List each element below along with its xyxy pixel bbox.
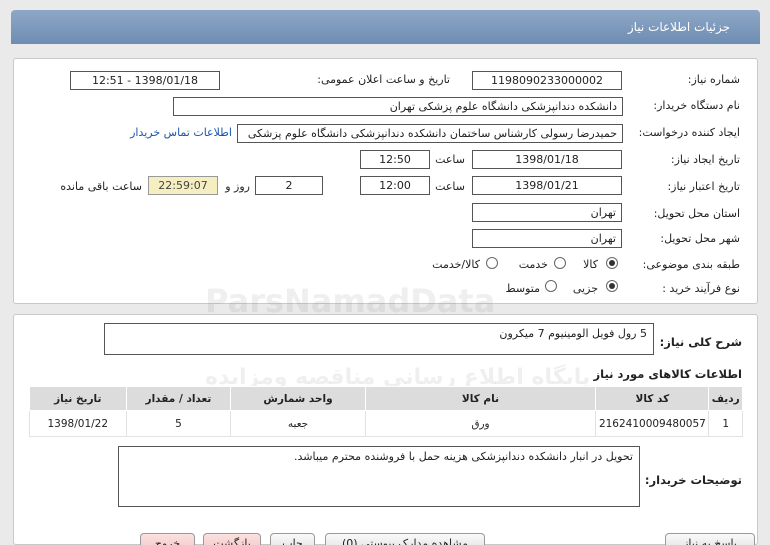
need-number-label: شماره نیاز: (687, 73, 740, 86)
announce-datetime-field[interactable]: 1398/01/18 - 12:51 (70, 71, 220, 90)
buyer-notes-text[interactable]: تحویل در انبار دانشکده دندانپزشکی هزینه … (118, 446, 640, 507)
category-service-radio[interactable] (554, 257, 566, 269)
col-unit: واحد شمارش (230, 386, 366, 411)
created-date-field[interactable]: 1398/01/18 (472, 150, 622, 169)
cell-need-date: 1398/01/22 (29, 410, 127, 437)
items-table: ردیف کد کالا نام کالا واحد شمارش تعداد /… (29, 386, 743, 437)
contact-info-link[interactable]: اطلاعات تماس خریدار (130, 126, 232, 139)
back-button[interactable]: بازگشت (203, 533, 261, 545)
validity-date-label: تاریخ اعتبار نیاز: (667, 180, 740, 193)
col-quantity: تعداد / مقدار (125, 386, 232, 411)
cell-name: ورق (364, 410, 597, 437)
items-section-title: اطلاعات کالاهای مورد نیاز (593, 367, 742, 381)
category-label: طبقه بندی موضوعی: (642, 258, 740, 271)
process-type-label: نوع فرآیند خرید : (662, 282, 740, 295)
items-table-header: ردیف کد کالا نام کالا واحد شمارش تعداد /… (29, 386, 743, 411)
city-label: شهر محل تحویل: (660, 232, 740, 245)
category-goods-service-label: کالا/خدمت (432, 258, 480, 271)
process-medium-label: متوسط (505, 282, 540, 295)
created-time-field[interactable]: 12:50 (360, 150, 430, 169)
created-time-label: ساعت (435, 153, 465, 166)
buyer-org-field[interactable]: دانشکده دندانپزشکی دانشگاه علوم پزشکی ته… (173, 97, 623, 116)
buyer-notes-label: توضیحات خریدار: (644, 473, 742, 487)
announce-datetime-label: تاریخ و ساعت اعلان عمومی: (317, 73, 450, 86)
page-header: جزئیات اطلاعات نیاز (11, 10, 760, 44)
requester-field[interactable]: حمیدرضا رسولی کارشناس ساختمان دانشکده دن… (237, 124, 623, 143)
view-attachments-button[interactable]: مشاهده مدارک پیوستی (0) (325, 533, 485, 545)
cell-quantity: 5 (125, 410, 232, 437)
exit-button[interactable]: خروج (140, 533, 195, 545)
cell-code: 2162410009480057 (595, 410, 710, 437)
day-and-label: روز و (225, 180, 250, 193)
process-medium-radio[interactable] (545, 280, 557, 292)
buyer-org-label: نام دستگاه خریدار: (653, 99, 740, 112)
print-button[interactable]: چاپ (270, 533, 315, 545)
category-goods-radio[interactable] (606, 257, 618, 269)
cell-row: 1 (708, 410, 743, 437)
remaining-days-field[interactable]: 2 (255, 176, 323, 195)
validity-date-field[interactable]: 1398/01/21 (472, 176, 622, 195)
col-need-date: تاریخ نیاز (29, 386, 127, 411)
category-goods-label: کالا (583, 258, 598, 271)
cell-unit: جعبه (230, 410, 366, 437)
city-field[interactable]: تهران (472, 229, 622, 248)
validity-time-label: ساعت (435, 180, 465, 193)
summary-label: شرح کلی نیاز: (659, 335, 742, 349)
reply-button[interactable]: پاسخ به نیاز (665, 533, 755, 545)
col-name: نام کالا (364, 386, 597, 411)
province-label: استان محل تحویل: (653, 207, 740, 220)
col-row: ردیف (708, 386, 743, 411)
process-minor-label: جزیی (572, 282, 598, 295)
remaining-time-field: 22:59:07 (148, 176, 218, 195)
summary-text[interactable]: 5 رول فویل الومینیوم 7 میکرون (104, 323, 654, 355)
remaining-label: ساعت باقی مانده (60, 180, 142, 193)
table-row: 1 2162410009480057 ورق جعبه 5 1398/01/22 (29, 410, 743, 437)
need-number-field[interactable]: 1198090233000002 (472, 71, 622, 90)
category-service-label: خدمت (518, 258, 548, 271)
page-title: جزئیات اطلاعات نیاز (627, 20, 730, 34)
category-goods-service-radio[interactable] (486, 257, 498, 269)
province-field[interactable]: تهران (472, 203, 622, 222)
requester-label: ایجاد کننده درخواست: (638, 126, 740, 139)
validity-time-field[interactable]: 12:00 (360, 176, 430, 195)
process-minor-radio[interactable] (606, 280, 618, 292)
col-code: کد کالا (595, 386, 710, 411)
created-date-label: تاریخ ایجاد نیاز: (670, 153, 740, 166)
